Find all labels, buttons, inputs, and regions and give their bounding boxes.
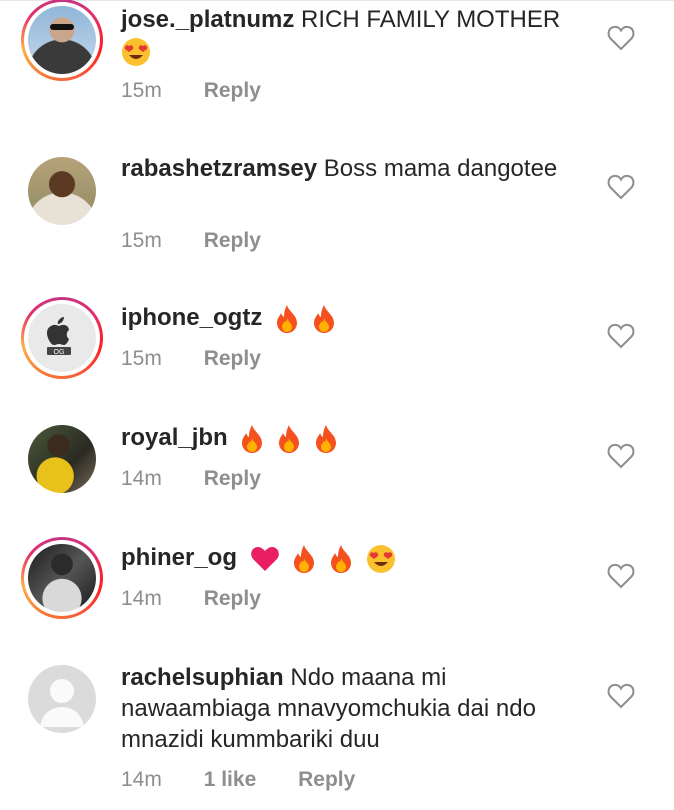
avatar-placeholder: [28, 665, 96, 733]
comment-meta: 15m Reply: [121, 347, 297, 371]
like-heart-icon[interactable]: [607, 443, 635, 469]
top-divider: [0, 0, 674, 1]
comment-username[interactable]: phiner_og: [121, 544, 237, 571]
comment-text: royal_jbn: [121, 422, 591, 454]
comment-text: phiner_og: [121, 542, 591, 574]
heart-eyes-emoji-icon: [366, 544, 395, 573]
comment-time: 14m: [121, 768, 162, 791]
fire-emoji-icon: [279, 424, 300, 453]
comment-username[interactable]: rachelsuphian: [121, 664, 284, 691]
pink-heart-emoji-icon: [250, 546, 279, 571]
fire-emoji-icon: [315, 424, 336, 453]
comment-meta: 15m Reply: [121, 79, 297, 103]
like-heart-icon[interactable]: [607, 25, 635, 51]
like-heart-icon[interactable]: [607, 323, 635, 349]
apple-logo-icon: OG: [47, 317, 71, 356]
avatar-story-ring[interactable]: [21, 0, 103, 81]
comment-text: iphone_ogtz: [121, 302, 591, 334]
avatar: [28, 425, 96, 493]
comment-meta: 14m 1 like Reply: [121, 768, 391, 792]
heart-eyes-emoji-icon: [122, 37, 150, 66]
comment-meta: 14m Reply: [121, 467, 297, 491]
reply-button[interactable]: Reply: [204, 467, 261, 490]
fire-emoji-icon: [331, 544, 352, 573]
comment-text: jose._platnumz RICH FAMILY MOTHER: [121, 4, 591, 67]
avatar: [28, 544, 96, 612]
fire-emoji-icon: [242, 424, 263, 453]
comment-body: RICH FAMILY MOTHER: [301, 6, 561, 33]
fire-emoji-icon: [313, 304, 334, 333]
comment-time: 14m: [121, 587, 162, 610]
like-heart-icon[interactable]: [607, 174, 635, 200]
comment-meta: 15m Reply: [121, 229, 297, 253]
like-heart-icon[interactable]: [607, 683, 635, 709]
comment-time: 14m: [121, 467, 162, 490]
comment-username[interactable]: iphone_ogtz: [121, 304, 262, 331]
comment-meta: 14m Reply: [121, 587, 297, 611]
reply-button[interactable]: Reply: [298, 768, 355, 791]
avatar-wrap[interactable]: [21, 658, 103, 740]
avatar-label: OG: [54, 349, 65, 356]
comment-time: 15m: [121, 229, 162, 252]
comment-text: rachelsuphian Ndo maana mi nawaambiaga m…: [121, 662, 591, 755]
comment-time: 15m: [121, 79, 162, 102]
avatar-story-ring[interactable]: OG: [21, 297, 103, 379]
avatar: [28, 157, 96, 225]
avatar: OG: [28, 304, 96, 372]
reply-button[interactable]: Reply: [204, 229, 261, 252]
likes-count-button[interactable]: 1 like: [204, 768, 257, 791]
default-user-icon: [40, 679, 84, 727]
comment-username[interactable]: jose._platnumz: [121, 6, 294, 33]
comment-username[interactable]: royal_jbn: [121, 424, 228, 451]
like-heart-icon[interactable]: [607, 563, 635, 589]
fire-emoji-icon: [277, 304, 297, 333]
avatar-wrap[interactable]: [21, 150, 103, 232]
avatar-story-ring[interactable]: [21, 537, 103, 619]
reply-button[interactable]: Reply: [204, 79, 261, 102]
reply-button[interactable]: Reply: [204, 587, 261, 610]
comment-username[interactable]: rabashetzramsey: [121, 155, 317, 182]
comment-body: Boss mama dangotee: [323, 155, 558, 182]
avatar-wrap[interactable]: [21, 418, 103, 500]
comment-text: rabashetzramsey Boss mama dangotee: [121, 153, 591, 184]
fire-emoji-icon: [294, 544, 315, 573]
reply-button[interactable]: Reply: [204, 347, 261, 370]
avatar: [28, 6, 96, 74]
comment-time: 15m: [121, 347, 162, 370]
